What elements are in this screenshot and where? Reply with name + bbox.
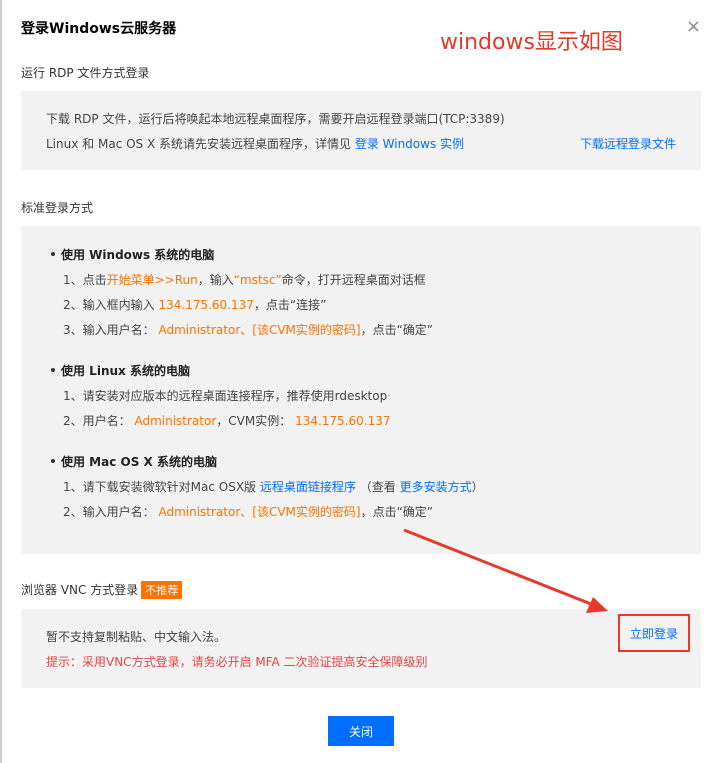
windows-step-2-suffix: ，点击“连接” [253, 298, 327, 312]
windows-step-3: 3、输入用户名： Administrator、[该CVM实例的密码]，点击“确定… [63, 321, 433, 338]
login-windows-instance-link[interactable]: 登录 Windows 实例 [355, 137, 464, 151]
rdp-section-label: 运行 RDP 文件方式登录 [21, 66, 150, 80]
rdp-panel: 下载 RDP 文件，运行后将唤起本地远程桌面程序，需要开启远程登录端口(TCP:… [21, 91, 701, 170]
mac-step-2-suffix: ，点击“确定” [360, 505, 434, 519]
vnc-limitation-text: 暂不支持复制粘贴、中文输入法。 [46, 630, 227, 644]
mac-step-2-prefix: 2、输入用户名： [63, 505, 155, 519]
dialog-title: 登录Windows云服务器 [21, 21, 177, 37]
login-now-button[interactable]: 立即登录 [630, 625, 678, 642]
left-border [0, 0, 2, 763]
windows-step-1: 1、点击开始菜单>>Run，输入“mstsc”命令，打开远程桌面对话框 [63, 271, 426, 288]
mac-step-1: 1、请下载安装微软针对Mac OSX版 远程桌面链接程序 （查看 更多安装方式） [63, 478, 484, 495]
windows-step-2: 2、输入框内输入 134.175.60.137，点击“连接” [63, 296, 326, 313]
vnc-mfa-tip: 提示：采用VNC方式登录，请务必开启 MFA 二次验证提高安全保障级别 [46, 655, 428, 669]
linux-step-2: 2、用户名： Administrator，CVM实例： 134.175.60.1… [63, 412, 391, 429]
login-dialog: 登录Windows云服务器 windows显示如图 × 运行 RDP 文件方式登… [0, 0, 715, 763]
remote-desktop-program-link[interactable]: 远程桌面链接程序 [260, 480, 356, 494]
linux-step-2-prefix: 2、用户名： [63, 414, 131, 428]
mac-step-2: 2、输入用户名： Administrator、[该CVM实例的密码]，点击“确定… [63, 503, 433, 520]
mac-step-1-prefix: 1、请下载安装微软针对Mac OSX版 [63, 480, 257, 494]
mac-credentials-text: Administrator、[该CVM实例的密码] [158, 505, 361, 519]
windows-ip-text: 134.175.60.137 [158, 298, 254, 312]
close-button[interactable]: 关闭 [328, 716, 394, 746]
linux-heading: 使用 Linux 系统的电脑 [51, 362, 190, 379]
rdp-description: 下载 RDP 文件，运行后将唤起本地远程桌面程序，需要开启远程登录端口(TCP:… [46, 112, 505, 126]
windows-step-1-suffix: 命令，打开远程桌面对话框 [281, 273, 426, 287]
linux-step-2-mid: ，CVM实例： [216, 414, 292, 428]
linux-ip-text: 134.175.60.137 [295, 414, 391, 428]
start-menu-run-text: 开始菜单>>Run [106, 273, 198, 287]
mac-step-1-mid: （查看 [359, 480, 396, 494]
standard-panel: 使用 Windows 系统的电脑 1、点击开始菜单>>Run，输入“mstsc”… [21, 226, 701, 554]
linux-step-1: 1、请安装对应版本的远程桌面连接程序，推荐使用rdesktop [63, 389, 388, 403]
more-install-methods-link[interactable]: 更多安装方式 [400, 480, 472, 494]
not-recommended-badge: 不推荐 [141, 581, 183, 599]
download-rdp-file-link[interactable]: 下载远程登录文件 [580, 135, 676, 152]
mac-heading: 使用 Mac OS X 系统的电脑 [51, 453, 217, 470]
standard-section-label: 标准登录方式 [21, 201, 94, 215]
mstsc-text: “mstsc” [233, 273, 282, 287]
rdp-os-note-text: Linux 和 Mac OS X 系统请先安装远程桌面程序，详情见 [46, 137, 351, 151]
login-now-highlight: 立即登录 [618, 614, 690, 652]
mac-step-1-suffix: ） [471, 480, 484, 494]
linux-username-text: Administrator [134, 414, 217, 428]
windows-step-3-prefix: 3、输入用户名： [63, 323, 155, 337]
windows-heading: 使用 Windows 系统的电脑 [51, 246, 214, 263]
vnc-section-label-text: 浏览器 VNC 方式登录 [21, 583, 139, 597]
annotation-text: windows显示如图 [440, 30, 623, 55]
windows-step-3-suffix: ，点击“确定” [360, 323, 434, 337]
windows-step-1-prefix: 1、点击 [63, 273, 107, 287]
windows-step-1-mid: ，输入 [197, 273, 234, 287]
close-icon[interactable]: × [686, 18, 701, 36]
windows-step-2-prefix: 2、输入框内输入 [63, 298, 155, 312]
vnc-panel: 暂不支持复制粘贴、中文输入法。 提示：采用VNC方式登录，请务必开启 MFA 二… [21, 609, 701, 688]
vnc-section-label: 浏览器 VNC 方式登录 不推荐 [21, 581, 183, 599]
rdp-os-note: Linux 和 Mac OS X 系统请先安装远程桌面程序，详情见 登录 Win… [46, 135, 464, 152]
windows-credentials-text: Administrator、[该CVM实例的密码] [158, 323, 361, 337]
